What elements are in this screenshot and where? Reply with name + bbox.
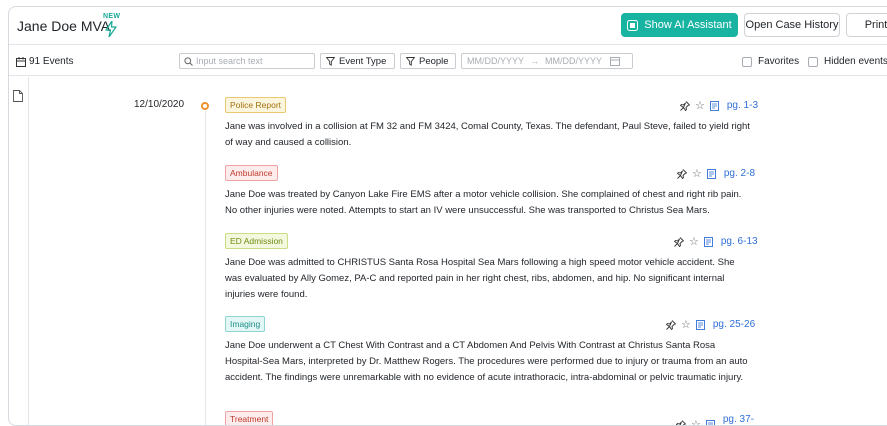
hidden-events-checkbox[interactable]: Hidden events [808,56,887,67]
timeline-line [205,111,206,425]
timeline-event: Police Report ☆ pg. 1-3 Jane was involve… [225,97,765,151]
event-tag-ed-admission: ED Admission [225,233,288,249]
timeline-event: Ambulance ☆ pg. 2-8 Jane Doe was treated… [225,165,765,219]
event-actions: ☆ pg. 2-8 [677,168,755,179]
pin-icon[interactable] [666,319,676,330]
timeline-event: Treatment ☆ pg. 37-41 [225,411,765,426]
people-label: People [419,55,449,67]
event-summary: Jane was involved in a collision at FM 3… [225,121,750,148]
calendar-icon [610,57,621,66]
event-tag-imaging: Imaging [225,316,266,332]
document-link-icon[interactable] [706,168,716,179]
timeline-event: ED Admission ☆ pg. 6-13 Jane Doe was adm… [225,233,765,303]
event-date: 12/10/2020 [134,99,185,110]
new-badge: NEW [103,13,121,20]
star-icon[interactable]: ☆ [681,319,691,330]
print-button[interactable]: Print [846,13,887,37]
document-link-icon[interactable] [703,236,713,247]
open-case-history-button[interactable]: Open Case History [744,13,840,37]
favorites-checkbox-box[interactable] [742,56,752,67]
page-link[interactable]: pg. 25-26 [713,319,755,330]
document-link-icon[interactable] [705,420,715,426]
case-title: Jane Doe MVA [17,18,111,34]
pin-icon[interactable] [680,100,690,111]
event-actions: ☆ pg. 37-41 [676,414,765,426]
favorites-label: Favorites [758,56,800,67]
pin-icon[interactable] [676,420,686,426]
search-icon [184,56,193,66]
event-tag-police-report: Police Report [225,97,287,113]
page-link[interactable]: pg. 6-13 [721,236,758,247]
event-summary: Jane Doe was treated by Canyon Lake Fire… [225,189,742,216]
events-count-label: 91 Events [29,56,74,67]
event-summary: Jane Doe was admitted to CHRISTUS Santa … [225,257,735,300]
event-actions: ☆ pg. 1-3 [680,100,758,111]
event-summary: Jane Doe underwent a CT Chest With Contr… [225,340,748,383]
document-link-icon[interactable] [695,319,705,330]
document-link-icon[interactable] [709,100,719,111]
event-type-label: Event Type [339,55,387,67]
pin-icon[interactable] [674,236,684,247]
event-type-filter[interactable]: Event Type [320,53,395,69]
case-window: Jane Doe MVA NEW Show AI Assistant Open … [8,6,887,426]
event-actions: ☆ pg. 25-26 [666,319,755,330]
star-icon[interactable]: ☆ [695,100,705,111]
page-link[interactable]: pg. 37-41 [723,414,765,425]
case-header: Jane Doe MVA NEW Show AI Assistant Open … [9,7,887,45]
lightning-icon [105,21,117,37]
sidebar-divider [28,77,29,425]
timeline-dot [201,102,209,110]
event-tag-treatment: Treatment [225,411,274,425]
date-range-arrow: → [530,56,540,66]
hidden-events-label: Hidden events [824,56,887,67]
filter-icon [326,56,335,66]
page-link[interactable]: pg. 2-8 [724,168,755,179]
date-range-picker[interactable]: MM/DD/YYYY → MM/DD/YYYY [461,53,633,69]
show-ai-assistant-label: Show AI Assistant [644,19,732,31]
events-count: 91 Events [16,56,73,67]
event-actions: ☆ pg. 6-13 [674,236,758,247]
people-filter[interactable]: People [400,53,456,69]
filter-icon [406,56,415,66]
ai-assistant-icon [627,19,639,31]
filter-toolbar: 91 Events Event Type People MM/DD/YYYY → [9,45,887,76]
page-link[interactable]: pg. 1-3 [727,100,758,111]
show-ai-assistant-button[interactable]: Show AI Assistant [621,13,738,37]
pin-icon[interactable] [677,168,687,179]
search-input[interactable] [196,56,306,66]
document-icon[interactable] [13,90,23,102]
star-icon[interactable]: ☆ [692,168,702,179]
search-box[interactable] [179,53,315,69]
timeline-event: Imaging ☆ pg. 25-26 Jane Doe underwent a… [225,316,765,386]
star-icon[interactable]: ☆ [691,420,701,426]
calendar-icon [16,56,26,67]
event-tag-ambulance: Ambulance [225,165,278,181]
date-end-field[interactable]: MM/DD/YYYY [545,56,602,66]
date-start-field[interactable]: MM/DD/YYYY [467,56,524,66]
star-icon[interactable]: ☆ [689,236,699,247]
hidden-events-checkbox-box[interactable] [808,56,818,67]
favorites-checkbox[interactable]: Favorites [742,56,799,67]
timeline-panel: 12/10/2020 Police Report ☆ pg. 1-3 Jane … [9,77,887,426]
